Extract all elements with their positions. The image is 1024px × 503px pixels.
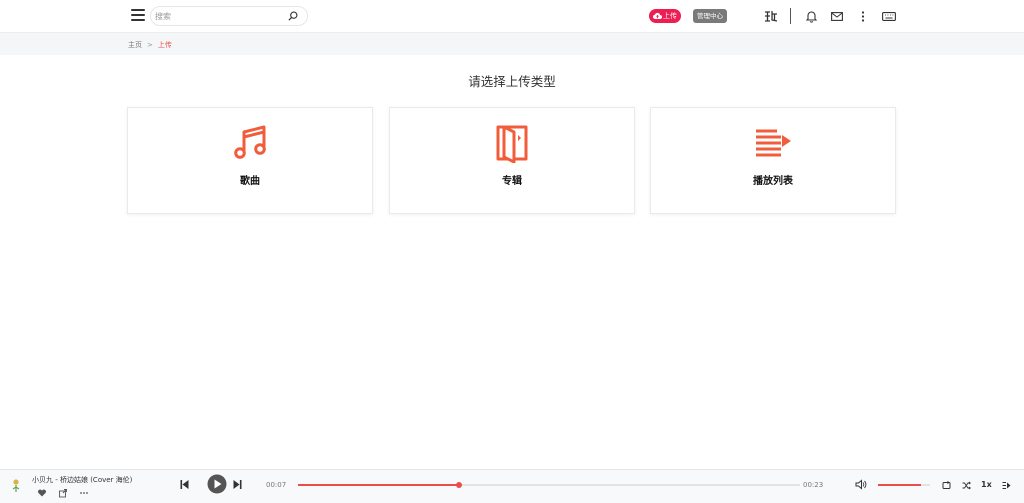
search-input[interactable]	[155, 9, 283, 24]
share-icon[interactable]	[58, 488, 68, 498]
upload-album-card[interactable]: 专辑	[389, 107, 635, 214]
previous-icon[interactable]	[180, 479, 189, 490]
upload-playlist-card[interactable]: 播放列表	[650, 107, 896, 214]
menu-icon[interactable]	[131, 9, 145, 21]
music-player-bar: 小贝九 - 桥边姑娘 (Cover 海伦) 00:07 00:23 1x	[0, 469, 1024, 503]
upload-song-label: 歌曲	[240, 176, 260, 187]
playlist-icon	[756, 129, 791, 157]
more-horizontal-icon[interactable]	[79, 488, 89, 498]
upload-playlist-label: 播放列表	[753, 176, 793, 187]
top-navigation-bar: 上传 管理中心	[0, 0, 1024, 33]
search-box	[150, 6, 308, 26]
upload-label: 上传	[663, 12, 677, 20]
breadcrumb-current: 上传	[157, 41, 172, 49]
logo-icon[interactable]	[764, 10, 778, 22]
heart-icon[interactable]	[37, 488, 47, 498]
repeat-icon[interactable]	[942, 481, 951, 490]
playback-speed[interactable]: 1x	[981, 480, 992, 489]
progress-handle[interactable]	[455, 482, 462, 488]
progress-fill	[298, 484, 459, 486]
upload-song-card[interactable]: 歌曲	[127, 107, 373, 214]
album-cover[interactable]	[6, 476, 24, 494]
next-icon[interactable]	[233, 479, 242, 490]
breadcrumb-separator: >	[147, 41, 153, 49]
play-icon[interactable]	[207, 474, 227, 494]
mail-icon[interactable]	[831, 12, 843, 21]
breadcrumb: 主页 > 上传	[128, 40, 172, 50]
progress-bar[interactable]	[298, 482, 800, 488]
bell-icon[interactable]	[806, 10, 817, 23]
current-time: 00:07	[266, 481, 287, 489]
header-divider	[790, 8, 791, 24]
volume-icon[interactable]	[855, 479, 867, 490]
album-folder-icon	[496, 125, 528, 163]
page-title: 请选择上传类型	[468, 74, 556, 89]
shuffle-icon[interactable]	[962, 481, 971, 490]
volume-slider[interactable]	[878, 484, 930, 486]
queue-icon[interactable]	[1002, 481, 1011, 490]
cloud-upload-icon	[653, 12, 662, 20]
volume-fill	[878, 484, 921, 486]
more-vertical-icon[interactable]	[861, 11, 865, 22]
upload-album-label: 专辑	[502, 176, 522, 187]
upload-button[interactable]: 上传	[649, 9, 681, 23]
search-icon[interactable]	[288, 11, 298, 21]
total-time: 00:23	[803, 481, 824, 489]
music-note-icon	[234, 125, 266, 159]
keyboard-icon[interactable]	[882, 12, 896, 21]
song-title[interactable]: 小贝九 - 桥边姑娘 (Cover 海伦)	[32, 475, 132, 485]
breadcrumb-home[interactable]: 主页	[128, 41, 142, 49]
breadcrumb-bar: 主页 > 上传	[0, 33, 1024, 55]
admin-center-button[interactable]: 管理中心	[693, 9, 727, 23]
